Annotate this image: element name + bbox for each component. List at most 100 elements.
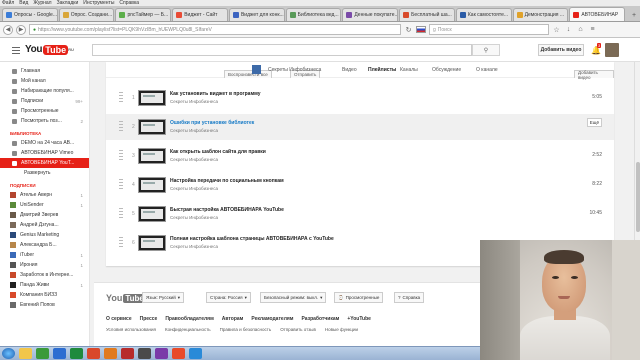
url-input[interactable]: ● https://www.youtube.com/playlist?list=P…	[29, 24, 401, 35]
sidebar-item[interactable]: Набирающие популя...	[0, 86, 89, 96]
home-icon[interactable]: ⌂	[576, 25, 585, 34]
subscription-item[interactable]: Ателье Аверн 1	[0, 190, 89, 200]
browser-tab[interactable]: Виджет для конк...	[228, 8, 285, 21]
sidebar-playlist-item[interactable]: АВТОВЕБИНАР Vimeo	[0, 148, 89, 158]
video-author[interactable]: Секреты Инфобизнеса	[170, 157, 218, 162]
footer-link[interactable]: Разработчикам	[301, 316, 339, 322]
channel-tab[interactable]: Видео	[342, 67, 357, 73]
chrome-icon[interactable]	[172, 348, 185, 359]
start-button[interactable]	[2, 348, 15, 359]
browser-tab[interactable]: pncТаймер — Б...	[115, 8, 172, 21]
browser-tab[interactable]: Денные покупате...	[342, 8, 399, 21]
word-icon[interactable]	[53, 348, 66, 359]
channel-name[interactable]: Секреты Инфобизнеса	[268, 67, 321, 73]
video-thumbnail[interactable]	[138, 206, 166, 222]
footer-link[interactable]: Авторам	[222, 316, 244, 322]
video-title[interactable]: Как открыть шаблон сайта для правки	[170, 149, 266, 155]
subscription-item[interactable]: iTuber 1	[0, 250, 89, 260]
sidebar-item[interactable]: Мой канал	[0, 76, 89, 86]
account-avatar[interactable]	[605, 43, 619, 57]
upload-button[interactable]: Добавить видео	[538, 44, 584, 56]
subscription-item[interactable]: Дмитрий Зверев	[0, 210, 89, 220]
youtube-logo[interactable]: You Tube RU	[25, 44, 74, 55]
video-thumbnail[interactable]	[138, 119, 166, 135]
video-author[interactable]: Секреты Инфобизнеса	[170, 186, 218, 191]
youtube-search-input[interactable]	[92, 44, 472, 56]
more-button[interactable]: Ещё	[586, 118, 602, 127]
channel-tab[interactable]: Каналы	[400, 67, 418, 73]
new-tab-button[interactable]: +	[628, 10, 640, 20]
playlist-row[interactable]: 2 Ошибки при установке библиотек Секреты И…	[106, 114, 614, 140]
expand-link[interactable]: Развернуть	[0, 168, 89, 178]
back-button[interactable]: ◀	[3, 24, 13, 35]
drag-handle-icon[interactable]	[119, 92, 123, 104]
channel-tab[interactable]: Обсуждение	[432, 67, 461, 73]
subscription-item[interactable]: Евгений Попов	[0, 300, 89, 310]
footer-link[interactable]: Условия использования	[106, 327, 156, 332]
guide-menu-icon[interactable]	[12, 47, 20, 54]
youtube-search-button[interactable]: ⚲	[472, 44, 500, 56]
playlist-row[interactable]: 5 Быстрая настройка АВТОВЕБИНАРА YouTube С…	[106, 201, 614, 227]
footer-link[interactable]: Отправить отзыв	[280, 327, 316, 332]
footer-link[interactable]: +YouTube	[347, 316, 371, 322]
video-title[interactable]: Настройка передачи по социальным кнопкам	[170, 178, 284, 184]
video-author[interactable]: Секреты Инфобизнеса	[170, 99, 218, 104]
filezilla-icon[interactable]	[121, 348, 134, 359]
playlist-row[interactable]: 4 Настройка передачи по социальным кнопка…	[106, 172, 614, 198]
add-video-button[interactable]: Добавить видео	[574, 70, 614, 80]
browser-tab[interactable]: Виджет - Сайт	[172, 8, 228, 21]
subscription-item[interactable]: Панда Живи 1	[0, 280, 89, 290]
drag-handle-icon[interactable]	[119, 208, 123, 220]
firefox-icon[interactable]	[104, 348, 117, 359]
video-thumbnail[interactable]	[138, 148, 166, 164]
playlist-row[interactable]: 3 Как открыть шаблон сайта для правки Секр…	[106, 143, 614, 169]
language-select[interactable]: Язык: Русский ▾	[142, 292, 184, 303]
drag-handle-icon[interactable]	[119, 150, 123, 162]
play-all-button[interactable]: Воспроизвести все	[224, 70, 272, 78]
footer-link[interactable]: Рекламодателям	[251, 316, 293, 322]
browser-tab[interactable]: Опрос. Создани...	[58, 8, 115, 21]
video-title[interactable]: Быстрая настройка АВТОВЕБИНАРА YouTube	[170, 207, 284, 213]
subscription-item[interactable]: Заработок в Интерне...	[0, 270, 89, 280]
browser-tab[interactable]: Как самостояте...	[455, 8, 512, 21]
playlist-row[interactable]: 1 Как установить виджет в программу Секрет…	[106, 85, 614, 111]
search-input[interactable]: g Поиск	[429, 24, 549, 35]
drag-handle-icon[interactable]	[119, 179, 123, 191]
bookmark-star-icon[interactable]: ☆	[552, 25, 561, 34]
skype-icon[interactable]	[189, 348, 202, 359]
sidebar-item[interactable]: Просмотренные	[0, 106, 89, 116]
sidebar-item[interactable]: Главная	[0, 66, 89, 76]
video-author[interactable]: Секреты Инфобизнеса	[170, 215, 218, 220]
video-title[interactable]: Ошибки при установке библиотек	[170, 120, 254, 126]
app-icon[interactable]	[138, 348, 151, 359]
footer-link[interactable]: Правила и безопасность	[220, 327, 272, 332]
media-icon[interactable]	[36, 348, 49, 359]
video-author[interactable]: Секреты Инфобизнеса	[170, 244, 218, 249]
safety-select[interactable]: Безопасный режим: выкл. ▾	[260, 292, 327, 303]
scrollbar-thumb[interactable]	[636, 162, 640, 232]
download-icon[interactable]: ↓	[564, 25, 573, 34]
sidebar-item[interactable]: Посмотреть поз... 2	[0, 116, 89, 126]
subscription-item[interactable]: Андрей Дзгуна...	[0, 220, 89, 230]
footer-link[interactable]: Конфиденциальность	[165, 327, 211, 332]
video-author[interactable]: Секреты Инфобизнеса	[170, 128, 218, 133]
forward-button[interactable]: ▶	[16, 24, 26, 35]
subscription-item[interactable]: Компания БИЗЗ	[0, 290, 89, 300]
sidebar-item[interactable]: Подписки 99+	[0, 96, 89, 106]
channel-tab[interactable]: Плейлисты	[368, 67, 396, 73]
footer-link[interactable]: Правообладателям	[165, 316, 213, 322]
sidebar-playlist-item[interactable]: DEMO на 24 часа АВ...	[0, 138, 89, 148]
video-thumbnail[interactable]	[138, 177, 166, 193]
video-title[interactable]: Полная настройка шаблона страницы АВТОВЕ…	[170, 236, 334, 242]
video-thumbnail[interactable]	[138, 90, 166, 106]
browser-tab[interactable]: Опросы - Google...	[2, 8, 58, 21]
channel-avatar[interactable]	[252, 65, 261, 74]
subscription-item[interactable]: Ирония 1	[0, 260, 89, 270]
footer-link[interactable]: Новые функции	[325, 327, 358, 332]
footer-logo[interactable]: You Tube	[106, 293, 146, 303]
browser-tab[interactable]: АВТОВЕБИНАР	[569, 7, 626, 21]
subscription-item[interactable]: Александра Б...	[0, 240, 89, 250]
subscription-item[interactable]: Genius Marketing	[0, 230, 89, 240]
explorer-icon[interactable]	[19, 348, 32, 359]
help-button[interactable]: ? Справка	[394, 292, 425, 303]
